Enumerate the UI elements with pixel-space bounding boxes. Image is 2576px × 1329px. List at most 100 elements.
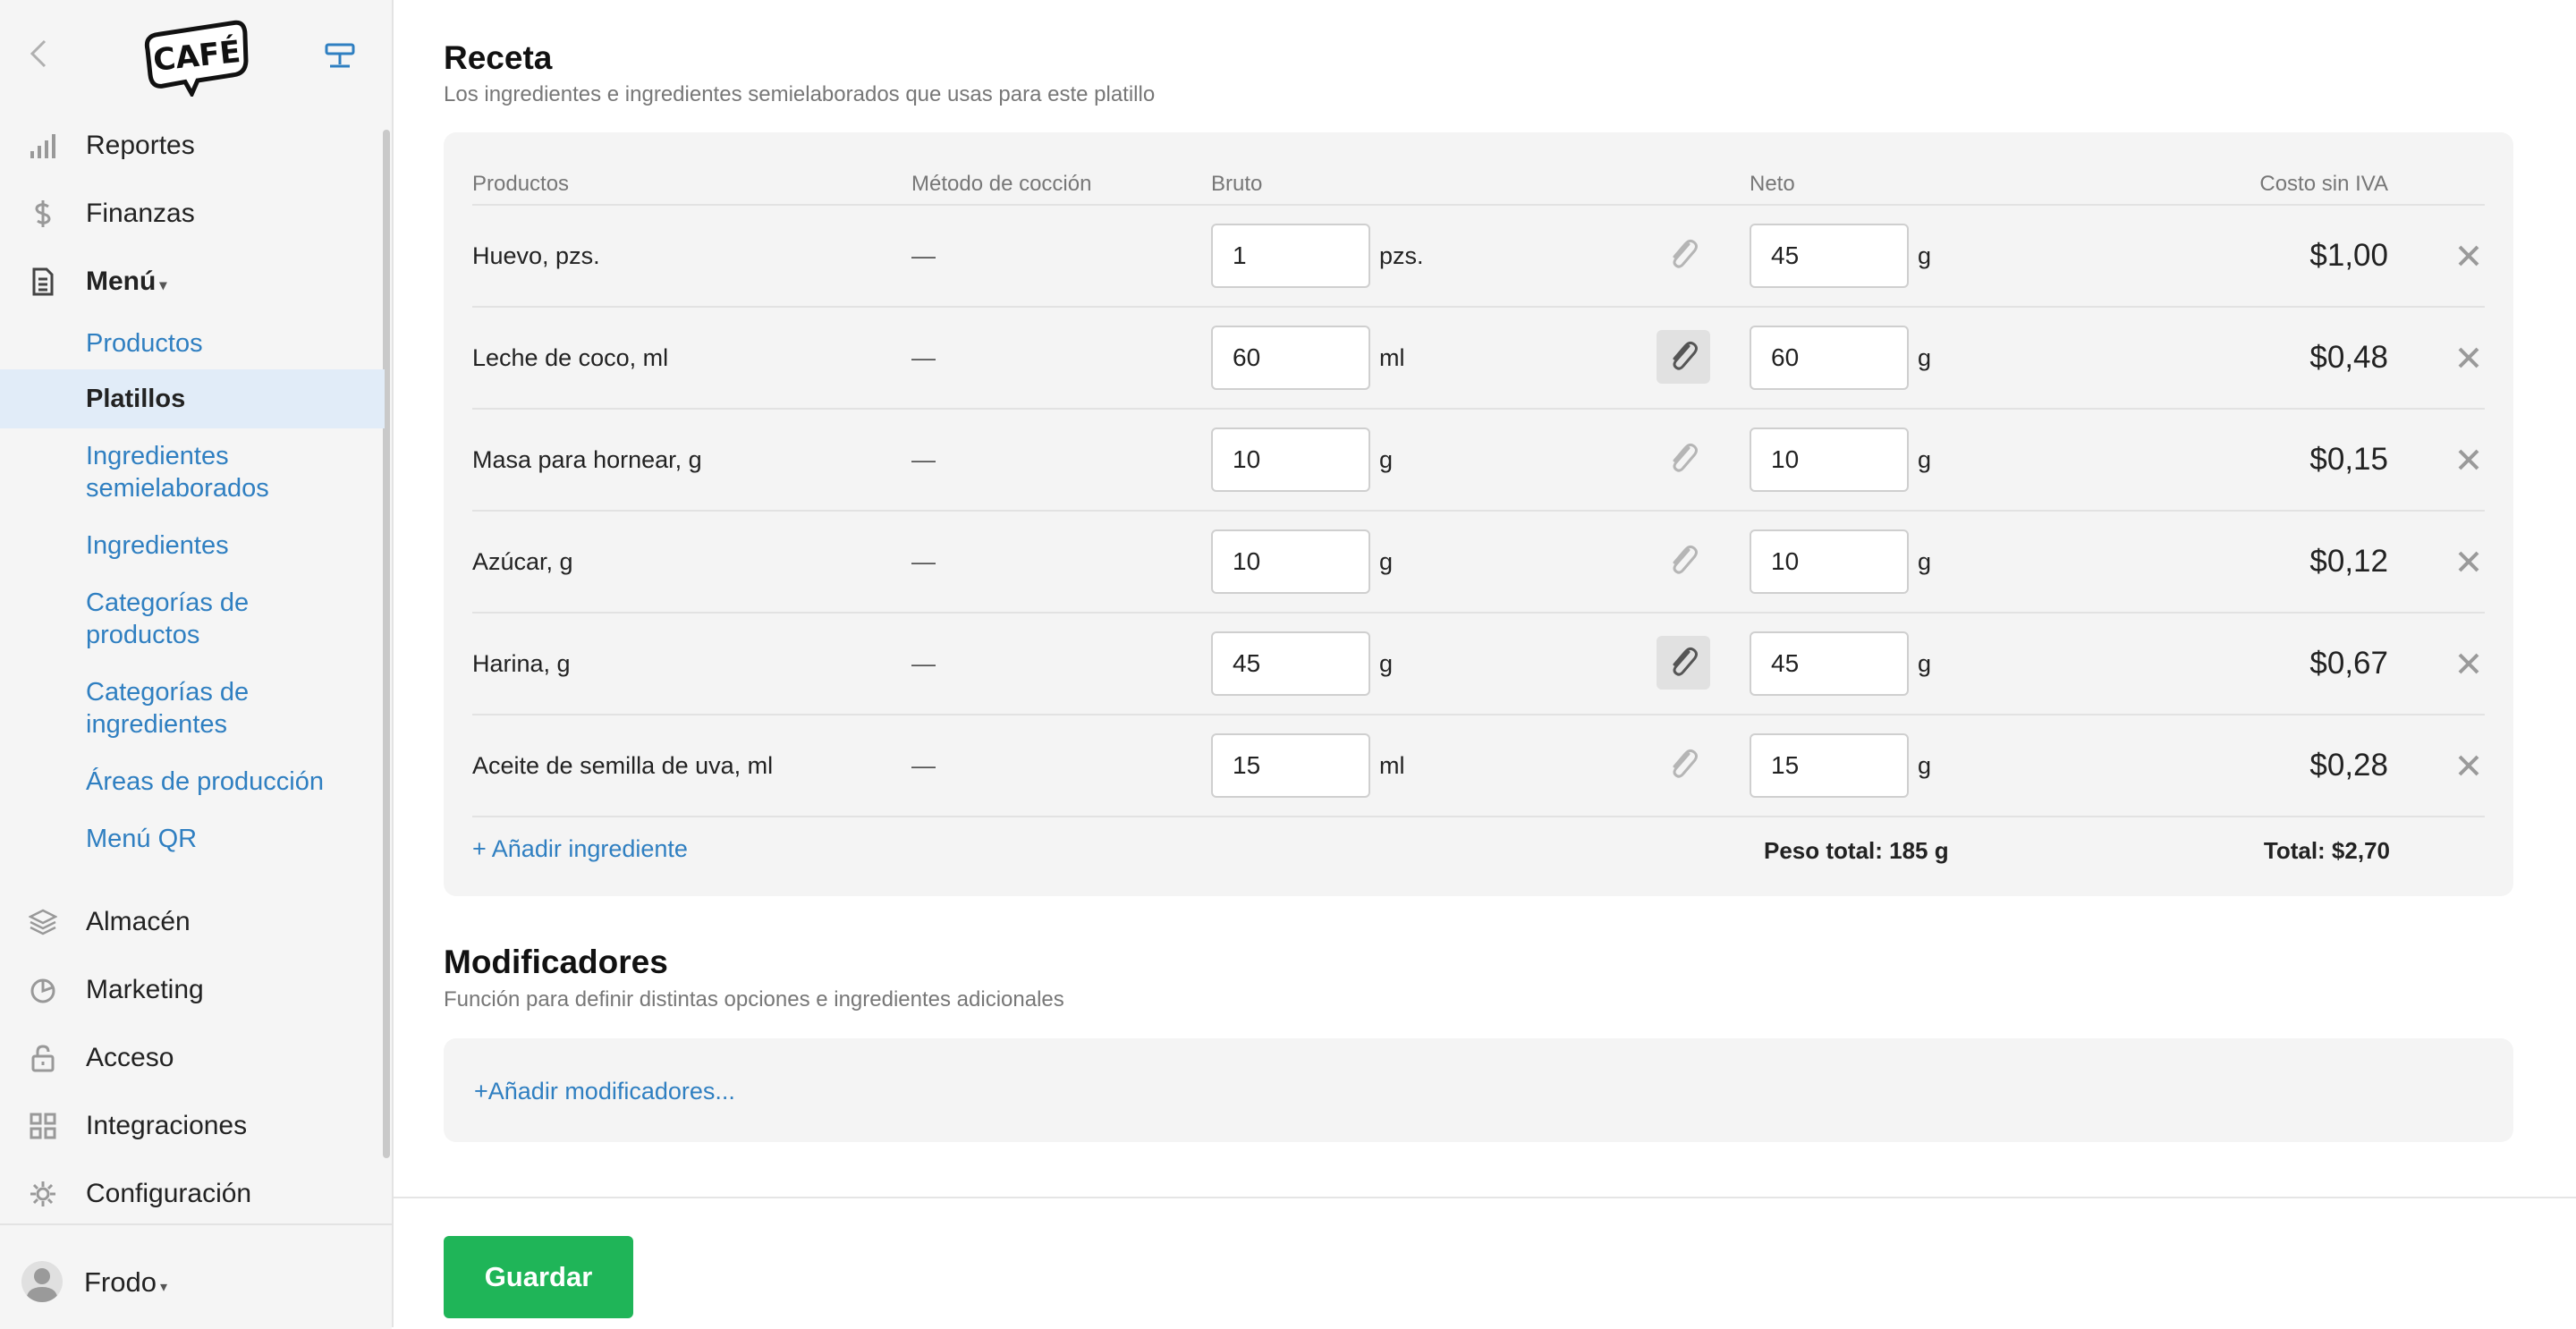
- user-silhouette-icon: [26, 1268, 58, 1302]
- sidebar-subitem-label: Áreas de producción: [86, 767, 324, 796]
- main-content: Receta Los ingredientes e ingredientes s…: [394, 0, 2576, 1329]
- table-row: Azúcar, g — g g $0,12: [472, 510, 2485, 614]
- add-ingredient-link[interactable]: + Añadir ingrediente: [472, 835, 688, 863]
- total-weight: Peso total: 185 g: [1764, 837, 1949, 864]
- net-input[interactable]: [1750, 529, 1909, 594]
- sidebar-item-label: Marketing: [86, 975, 204, 1004]
- net-input[interactable]: [1750, 733, 1909, 798]
- recipe-title: Receta: [444, 39, 553, 76]
- gross-unit: g: [1379, 548, 1394, 575]
- sidebar-subitem-label: Menú QR: [86, 825, 198, 853]
- cooking-method[interactable]: —: [911, 242, 936, 270]
- paperclip-icon: [1673, 647, 1698, 676]
- link-net-button[interactable]: [1657, 738, 1710, 791]
- cooking-method[interactable]: —: [911, 446, 936, 474]
- row-cost: $1,00: [2309, 238, 2388, 273]
- cooking-method[interactable]: —: [911, 650, 936, 678]
- link-net-button[interactable]: [1657, 330, 1710, 384]
- sidebar-item-label: Menú ▾: [86, 267, 166, 297]
- cash-register-icon[interactable]: [322, 39, 358, 72]
- gross-input[interactable]: [1211, 631, 1370, 696]
- sidebar-item-label: Acceso: [86, 1043, 174, 1072]
- sidebar-subitem-categorias-productos[interactable]: Categorías de productos: [0, 587, 385, 655]
- column-header-cost: Costo sin IVA: [2259, 172, 2388, 196]
- net-input[interactable]: [1750, 326, 1909, 390]
- sidebar-subitem-menu-qr[interactable]: Menú QR: [0, 823, 385, 859]
- row-cost: $0,48: [2309, 340, 2388, 375]
- sidebar-subitem-label: Ingredientes: [86, 531, 229, 560]
- pie-icon: [30, 978, 55, 1003]
- sidebar-item-acceso[interactable]: Acceso: [0, 1031, 385, 1085]
- link-net-button[interactable]: [1657, 534, 1710, 588]
- sidebar-subitem-label: Categorías de ingredientes: [86, 678, 250, 739]
- product-name: Aceite de semilla de uva, ml: [472, 752, 774, 779]
- remove-row-icon[interactable]: [2454, 445, 2483, 474]
- paperclip-icon: [1673, 545, 1698, 574]
- remove-row-icon[interactable]: [2454, 751, 2483, 780]
- product-name: Azúcar, g: [472, 548, 573, 575]
- total-cost: Total: $2,70: [2263, 837, 2390, 864]
- net-input[interactable]: [1750, 631, 1909, 696]
- user-name-text: Frodo: [84, 1266, 157, 1298]
- row-cost: $0,12: [2309, 544, 2388, 579]
- save-button[interactable]: Guardar: [444, 1236, 633, 1318]
- document-icon: [32, 267, 54, 296]
- cafe-logo[interactable]: CAFÉ: [141, 14, 252, 97]
- product-name: Leche de coco, ml: [472, 344, 669, 371]
- link-net-button[interactable]: [1657, 636, 1710, 690]
- modifiers-subtitle: Función para definir distintas opciones …: [444, 987, 1064, 1012]
- sidebar-subitem-areas-produccion[interactable]: Áreas de producción: [0, 766, 385, 801]
- sidebar-subitem-platillos[interactable]: Platillos: [0, 369, 385, 428]
- sidebar-item-marketing[interactable]: Marketing: [0, 963, 385, 1017]
- net-input[interactable]: [1750, 427, 1909, 492]
- cooking-method[interactable]: —: [911, 752, 936, 780]
- sidebar-subitem-ingredientes-semielaborados[interactable]: Ingredientes semielaborados: [0, 440, 385, 508]
- back-chevron-icon[interactable]: [25, 36, 54, 72]
- paperclip-icon: [1673, 239, 1698, 268]
- remove-row-icon[interactable]: [2454, 547, 2483, 576]
- sidebar-item-menu[interactable]: Menú ▾: [0, 255, 385, 309]
- gross-unit: pzs.: [1379, 242, 1424, 269]
- sidebar-item-label: Almacén: [86, 907, 191, 936]
- remove-row-icon[interactable]: [2454, 649, 2483, 678]
- sidebar-subitem-categorias-ingredientes[interactable]: Categorías de ingredientes: [0, 676, 385, 744]
- user-menu[interactable]: Frodo ▾: [0, 1223, 392, 1329]
- sidebar-item-integraciones[interactable]: Integraciones: [0, 1099, 385, 1153]
- net-input[interactable]: [1750, 224, 1909, 288]
- sidebar: CAFÉ Reportes Finanzas Menú ▾ Productos …: [0, 0, 394, 1329]
- gross-input[interactable]: [1211, 427, 1370, 492]
- gross-input[interactable]: [1211, 733, 1370, 798]
- sidebar-subitem-label: Ingredientes semielaborados: [86, 442, 269, 503]
- sidebar-item-configuracion[interactable]: Configuración: [0, 1167, 385, 1221]
- recipe-table: Productos Método de cocción Bruto Neto C…: [444, 132, 2513, 896]
- sidebar-subitem-productos[interactable]: Productos: [0, 326, 385, 361]
- link-net-button[interactable]: [1657, 432, 1710, 486]
- sidebar-item-reportes[interactable]: Reportes: [0, 119, 385, 173]
- modifiers-title: Modificadores: [444, 944, 668, 980]
- grid-icon: [30, 1113, 56, 1139]
- sidebar-item-finanzas[interactable]: Finanzas: [0, 187, 385, 241]
- paperclip-icon: [1673, 341, 1698, 370]
- add-modifiers-link[interactable]: +Añadir modificadores...: [474, 1078, 735, 1105]
- net-unit: g: [1918, 752, 1932, 779]
- remove-row-icon[interactable]: [2454, 343, 2483, 372]
- gross-input[interactable]: [1211, 224, 1370, 288]
- column-header-products: Productos: [472, 172, 570, 196]
- gross-input[interactable]: [1211, 529, 1370, 594]
- row-cost: $0,67: [2309, 646, 2388, 681]
- net-unit: g: [1918, 650, 1932, 677]
- sidebar-subitem-ingredientes[interactable]: Ingredientes: [0, 529, 385, 565]
- sidebar-subitem-label: Categorías de productos: [86, 588, 250, 649]
- cooking-method[interactable]: —: [911, 548, 936, 576]
- remove-row-icon[interactable]: [2454, 241, 2483, 270]
- footer-bar: Guardar: [394, 1197, 2576, 1329]
- cooking-method[interactable]: —: [911, 344, 936, 372]
- gross-input[interactable]: [1211, 326, 1370, 390]
- row-cost: $0,28: [2309, 748, 2388, 783]
- sidebar-item-label: Reportes: [86, 131, 195, 160]
- column-header-gross: Bruto: [1211, 172, 1263, 196]
- product-name: Huevo, pzs.: [472, 242, 600, 269]
- link-net-button[interactable]: [1657, 228, 1710, 282]
- sidebar-item-label: Configuración: [86, 1179, 252, 1208]
- sidebar-item-almacen[interactable]: Almacén: [0, 895, 385, 949]
